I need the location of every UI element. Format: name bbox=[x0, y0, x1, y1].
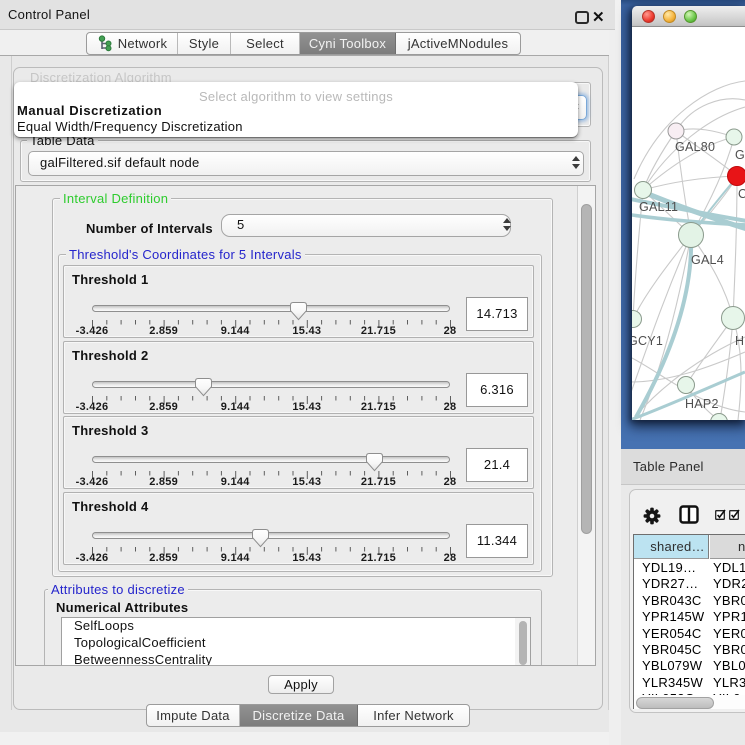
svg-text:GAL11: GAL11 bbox=[639, 200, 678, 214]
svg-text:GAL4: GAL4 bbox=[691, 253, 724, 267]
svg-text:H: H bbox=[735, 334, 744, 348]
svg-text:C: C bbox=[738, 187, 745, 201]
svg-text:HAP2: HAP2 bbox=[685, 397, 719, 411]
svg-text:GAL80: GAL80 bbox=[675, 140, 715, 154]
svg-text:GCY1: GCY1 bbox=[632, 334, 663, 348]
svg-text:GA: GA bbox=[735, 148, 745, 162]
